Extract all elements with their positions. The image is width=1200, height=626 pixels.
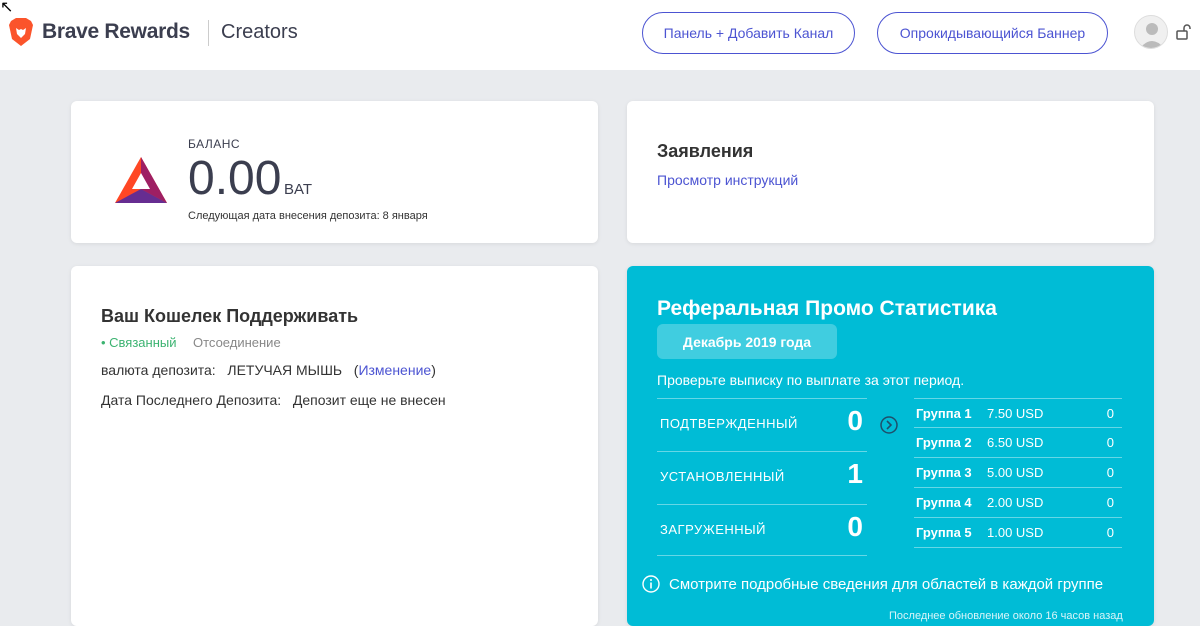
connected-status: • Связанный [101,335,177,350]
tier-name: Группа 4 [916,495,972,510]
brand-subtitle: Creators [221,21,298,43]
tier-name: Группа 5 [916,525,972,540]
stat-label: ПОДТВЕРЖДЕННЫЙ [660,416,798,431]
wallet-title: Ваш Кошелек Поддерживать [101,306,359,326]
lock-icon[interactable] [1174,22,1194,42]
referral-title: Реферальная Промо Статистика [657,297,997,320]
statements-title: Заявления [657,141,754,161]
referral-card: Реферальная Промо Статистика Декабрь 201… [627,266,1154,626]
tier-row: Группа 4 2.00 USD 0 [914,488,1122,518]
tier-name: Группа 1 [916,406,972,421]
stat-label: ЗАГРУЖЕННЫЙ [660,522,767,537]
tier-amount: 5.00 USD [987,465,1044,480]
avatar-icon [1140,23,1164,48]
month-selector[interactable]: Декабрь 2019 года [657,324,837,359]
bat-logo-icon [115,157,167,203]
last-updated-text: Последнее обновление около 16 часов наза… [889,610,1123,622]
tier-name: Группа 2 [916,435,972,450]
stat-confirmed: ПОДТВЕРЖДЕННЫЙ 0 [657,398,867,450]
brave-lion-icon[interactable] [8,17,34,47]
change-currency-link[interactable]: Изменение [358,362,431,378]
deposit-currency-row: валюта депозита: ЛЕТУЧАЯ МЫШЬ (Изменение… [101,362,436,378]
tier-amount: 1.00 USD [987,525,1044,540]
tier-count: 0 [1106,465,1114,480]
last-deposit-label: Дата Последнего Депозита: [101,392,282,408]
arrow-right-circle-icon[interactable] [880,416,898,434]
balance-label: БАЛАНС [188,137,241,151]
info-icon [642,575,660,593]
tier-row: Группа 5 1.00 USD 0 [914,518,1122,548]
tier-amount: 6.50 USD [987,435,1044,450]
wallet-card: Ваш Кошелек Поддерживать • Связанный Отс… [71,266,598,626]
tier-row: Группа 2 6.50 USD 0 [914,428,1122,458]
mouse-cursor-icon: ↖ [0,0,14,16]
stat-value: 0 [847,511,863,542]
tier-count: 0 [1106,406,1114,421]
change-paren-close: ) [431,362,436,378]
stat-downloaded: ЗАГРУЖЕННЫЙ 0 [657,504,867,556]
view-instructions-link[interactable]: Просмотр инструкций [657,172,798,188]
top-header: ↖ Brave Rewards Creators Панель + Добави… [0,0,1200,70]
dashboard-add-channel-button[interactable]: Панель + Добавить Канал [642,12,855,54]
statements-card: Заявления Просмотр инструкций [627,101,1154,243]
tier-amount: 2.00 USD [987,495,1044,510]
tipping-banner-button[interactable]: Опрокидывающийся Баннер [877,12,1108,54]
next-deposit-date: Следующая дата внесения депозита: 8 янва… [188,210,428,222]
stat-label: УСТАНОВЛЕННЫЙ [660,469,785,484]
tier-count: 0 [1106,525,1114,540]
tier-details-link[interactable]: Смотрите подробные сведения для областей… [669,576,1103,593]
last-deposit-row: Дата Последнего Депозита: Депозит еще не… [101,392,446,408]
balance-amount: 0.00 [188,152,282,205]
stat-installed: УСТАНОВЛЕННЫЙ 1 [657,451,867,503]
last-deposit-value: Депозит еще не внесен [292,392,446,408]
tier-amount: 7.50 USD [987,406,1044,421]
stat-value: 0 [847,405,863,436]
statement-check-text: Проверьте выписку по выплате за этот пер… [657,372,965,388]
deposit-currency-value: ЛЕТУЧАЯ МЫШЬ [227,362,343,378]
avatar[interactable] [1134,15,1168,49]
balance-unit: BAT [284,181,313,198]
stat-value: 1 [847,458,863,489]
tier-row: Группа 1 7.50 USD 0 [914,398,1122,428]
tier-count: 0 [1106,495,1114,510]
tier-name: Группа 3 [916,465,972,480]
deposit-currency-label: валюта депозита: [101,362,216,378]
tier-row: Группа 3 5.00 USD 0 [914,458,1122,488]
brand-name[interactable]: Brave Rewards [42,20,190,44]
brand-divider [208,20,209,46]
balance-card: БАЛАНС 0.00 BAT Следующая дата внесения … [71,101,598,243]
tier-count: 0 [1106,435,1114,450]
disconnect-link[interactable]: Отсоединение [193,335,281,350]
